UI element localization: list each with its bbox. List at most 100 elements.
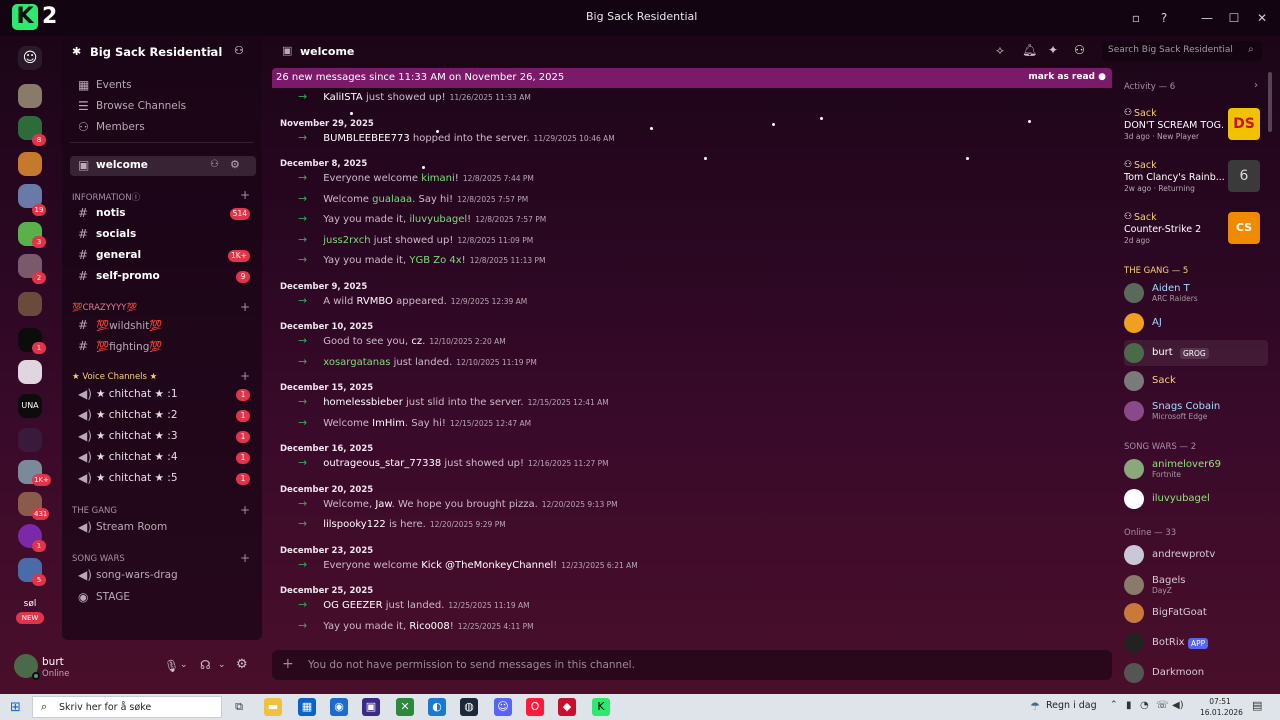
store-icon[interactable]: ▦ — [298, 698, 316, 716]
activity-card[interactable]: ⚇ Sack Counter-Strike 2 2d ago CS — [1124, 212, 1260, 260]
voice-channel-chitchat-5[interactable]: ◀) ★ chitchat ★ :5 1 — [70, 469, 256, 489]
invite-icon[interactable]: ⚇ — [210, 159, 219, 170]
tray-chevron-icon[interactable]: ⌃ — [1110, 700, 1118, 710]
system-message[interactable]: → Welcome gualaaa. Say hi! 12/8/2025 7:57 … — [298, 192, 528, 208]
system-message[interactable]: → Welcome, Jaw. We hope you brought pizza… — [298, 497, 618, 513]
member-item[interactable]: Aiden T ARC Raiders — [1124, 280, 1268, 306]
message-username[interactable]: homelessbieber — [323, 397, 403, 408]
maximize-button[interactable]: ☐ — [1224, 8, 1244, 28]
search-input[interactable]: Search Big Sack Residential ⌕ — [1102, 41, 1262, 61]
message-username[interactable]: juss2rxch — [323, 235, 370, 246]
steam-icon[interactable]: ◍ — [460, 698, 478, 716]
system-message[interactable]: → Welcome ImHim. Say hi! 12/15/2025 12:47 … — [298, 416, 531, 432]
system-message[interactable]: → Yay you made it, Rico008! 12/25/2025 4:1… — [298, 619, 534, 635]
voice-channel-chitchat-3[interactable]: ◀) ★ chitchat ★ :3 1 — [70, 427, 256, 447]
system-message[interactable]: → lilspooky122 is here. 12/20/2025 9:29 PM — [298, 517, 506, 533]
chevron-right-icon[interactable]: › — [1254, 80, 1258, 91]
message-username[interactable]: ImHim — [372, 418, 405, 429]
direct-messages-icon[interactable]: ☺ — [18, 46, 42, 70]
member-item[interactable]: BigFatGoat — [1124, 600, 1268, 626]
channel-socials[interactable]: # socials — [70, 225, 256, 245]
members-list-icon[interactable]: ⚇ — [1074, 43, 1085, 57]
channel-notis[interactable]: # notis 514 — [70, 204, 256, 224]
system-message[interactable]: → Everyone welcome kimani! 12/8/2025 7:44 … — [298, 171, 534, 187]
gear-icon[interactable]: ⚙ — [230, 158, 240, 171]
category-information[interactable]: INFORMATIONⓘ — [72, 191, 140, 203]
message-username[interactable]: outrageous_star_77338 — [323, 458, 441, 469]
invite-icon[interactable]: ⚇ — [234, 44, 244, 57]
add-channel-icon[interactable]: + — [240, 369, 250, 383]
system-message[interactable]: → Everyone welcome Kick @TheMonkeyChannel… — [298, 558, 638, 574]
category-the-gang[interactable]: THE GANG — [72, 506, 117, 516]
help-icon[interactable]: ? — [1154, 8, 1174, 28]
message-username[interactable]: YGB Zo 4x — [409, 255, 461, 266]
file-explorer-icon[interactable]: ▬ — [264, 698, 282, 716]
system-message[interactable]: → A wild RVMBO appeared. 12/9/2025 12:39 A… — [298, 294, 527, 310]
sidebar-item-members[interactable]: ⚇ Members — [70, 118, 256, 138]
voice-channel-chitchat-2[interactable]: ◀) ★ chitchat ★ :2 1 — [70, 406, 256, 426]
pin-icon[interactable]: ✦ — [1048, 43, 1058, 57]
activity-card[interactable]: ⚇ Sack DON'T SCREAM TOG... 3d ago · New … — [1124, 108, 1260, 156]
sidebar-item-events[interactable]: ▦ Events — [70, 76, 256, 96]
server-icon[interactable] — [18, 428, 42, 452]
system-message[interactable]: → Good to see you, cz. 12/10/2025 2:20 AM — [298, 334, 506, 350]
scrollbar[interactable] — [1268, 72, 1272, 132]
opera-icon[interactable]: O — [526, 698, 544, 716]
system-message[interactable]: → homelessbieber just slid into the serve… — [298, 395, 609, 411]
member-item[interactable]: Bagels DayZ — [1124, 572, 1268, 598]
message-composer[interactable]: + You do not have permission to send mes… — [272, 650, 1112, 680]
volume-icon[interactable]: ◀) — [1172, 700, 1184, 711]
xbox-icon[interactable]: ✕ — [396, 698, 414, 716]
mark-as-read-button[interactable]: mark as read ● — [1028, 72, 1106, 82]
message-username[interactable]: Kick @TheMonkeyChannel — [421, 560, 553, 571]
member-item[interactable]: Darkmoon — [1124, 660, 1268, 686]
message-username[interactable]: Jaw — [375, 499, 391, 510]
close-button[interactable]: ✕ — [1252, 8, 1272, 28]
system-message[interactable]: → KaliISTA just showed up! 11/26/2025 11:3… — [298, 90, 531, 106]
app-icon[interactable]: ▣ — [362, 698, 380, 716]
message-username[interactable]: iluvyubagel — [409, 214, 467, 225]
channel-self-promo[interactable]: # self-promo 9 — [70, 267, 256, 287]
voice-channel-song-wars-drag[interactable]: ◀) song-wars-drag — [70, 566, 256, 586]
voice-channel-chitchat-4[interactable]: ◀) ★ chitchat ★ :4 1 — [70, 448, 256, 468]
message-username[interactable]: gualaaa — [372, 194, 412, 205]
category-crazyyyy[interactable]: 💯CRAZYYYY💯 — [72, 303, 137, 313]
server-folder-icon[interactable] — [18, 292, 42, 316]
add-channel-icon[interactable]: + — [240, 503, 250, 517]
edge-icon[interactable]: ◐ — [428, 698, 446, 716]
network-icon[interactable]: ☏ — [1156, 700, 1169, 711]
message-username[interactable]: RVMBO — [357, 296, 393, 307]
activity-card[interactable]: ⚇ Sack Tom Clancy's Rainb... 2w ago · Re… — [1124, 160, 1260, 208]
taskbar-clock[interactable]: 07:51 16.01.2026 — [1200, 696, 1243, 718]
member-item[interactable]: AJ — [1124, 310, 1268, 336]
member-item[interactable]: iluvyubagel — [1124, 486, 1268, 512]
kick-icon[interactable]: K — [592, 698, 610, 716]
channel-general[interactable]: # general 1K+ — [70, 246, 256, 266]
server-icon[interactable] — [18, 84, 42, 108]
gear-icon[interactable]: ⚙ — [236, 657, 248, 672]
member-item[interactable]: BotRix APP — [1124, 630, 1268, 656]
add-attachment-icon[interactable]: + — [282, 656, 294, 672]
message-username[interactable]: BUMBLEEBEE773 — [323, 133, 409, 144]
server-icon[interactable] — [18, 152, 42, 176]
voice-channel-chitchat-1[interactable]: ◀) ★ chitchat ★ :1 1 — [70, 385, 256, 405]
channel-welcome[interactable]: ▣ welcome ⚇ ⚙ — [70, 156, 256, 176]
channel-fighting[interactable]: # 💯fighting💯 — [70, 337, 256, 357]
server-icon[interactable] — [18, 360, 42, 384]
voice-channel-stream-room[interactable]: ◀) Stream Room — [70, 518, 256, 538]
task-view-icon[interactable]: ⧉ — [230, 698, 248, 716]
chevron-down-icon[interactable]: ⌄ — [180, 660, 188, 670]
app-icon[interactable]: ◆ — [558, 698, 576, 716]
headphones-icon[interactable]: ☊ — [200, 658, 211, 672]
username[interactable]: burt — [42, 656, 64, 668]
system-message[interactable]: → BUMBLEEBEE773 hopped into the server. 11… — [298, 131, 615, 147]
server-icon-una[interactable]: UNA — [18, 394, 42, 418]
add-channel-icon[interactable]: + — [240, 188, 250, 202]
threads-icon[interactable]: ⟡ — [996, 43, 1004, 58]
discord-icon[interactable]: ☺ — [494, 698, 512, 716]
member-item[interactable]: burt GROG — [1124, 340, 1268, 366]
message-username[interactable]: xosargatanas — [323, 357, 390, 368]
member-list[interactable]: Activity — 6 › ⚇ Sack DON'T SCREAM TOG..… — [1114, 72, 1268, 686]
chevron-down-icon[interactable]: ⌄ — [218, 660, 226, 670]
system-message[interactable]: → OG GEEZER just landed. 12/25/2025 11:19 … — [298, 598, 530, 614]
